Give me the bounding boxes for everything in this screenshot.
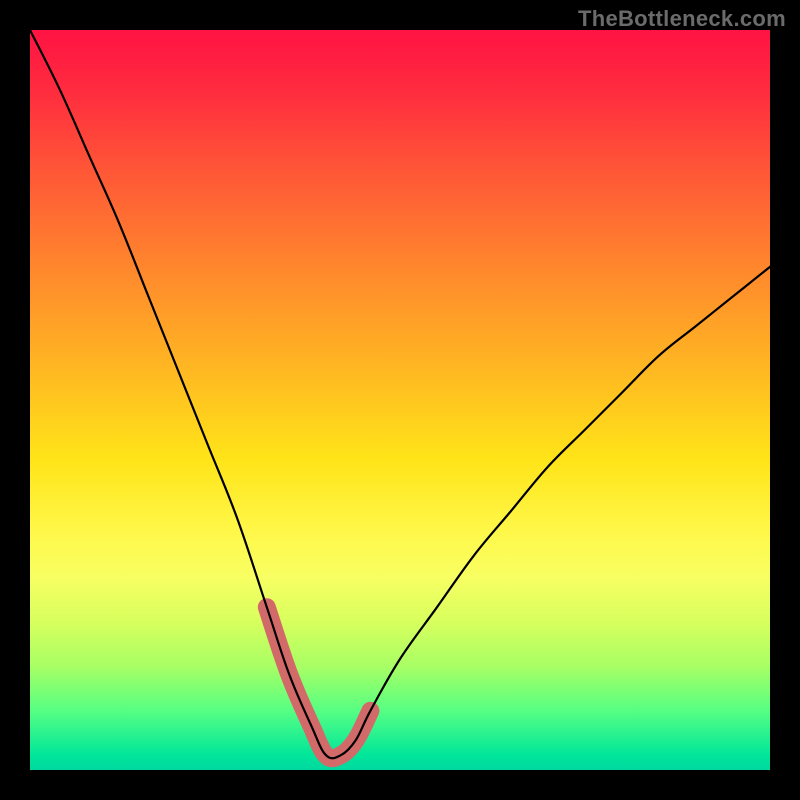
curve-path: [30, 30, 770, 758]
chart-stage: TheBottleneck.com: [0, 0, 800, 800]
plot-area: [30, 30, 770, 770]
curve-layer: [30, 30, 770, 770]
highlight-path: [267, 607, 371, 758]
watermark-text: TheBottleneck.com: [578, 6, 786, 32]
